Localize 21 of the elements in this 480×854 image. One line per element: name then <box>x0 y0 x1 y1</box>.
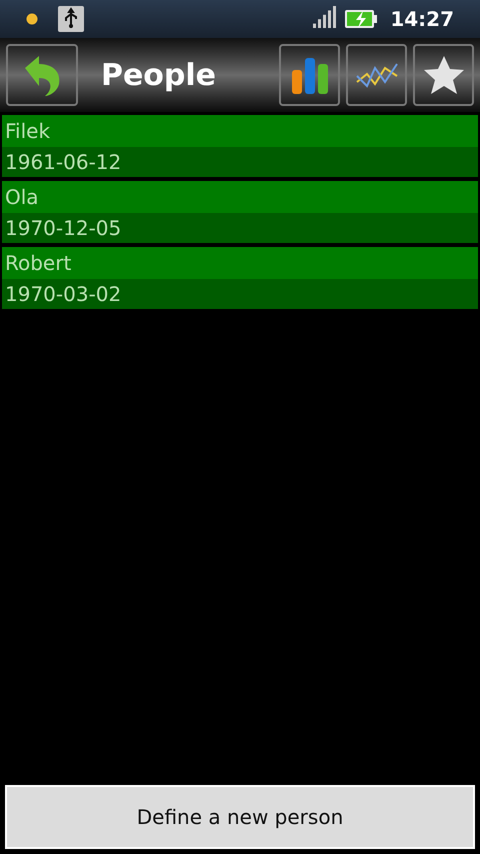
battery-icon <box>344 9 378 29</box>
back-button[interactable] <box>6 44 78 106</box>
bar-chart-icon <box>290 56 330 94</box>
person-item[interactable]: Ola 1970-12-05 <box>2 181 478 243</box>
person-birth-date: 1970-12-05 <box>2 213 478 243</box>
person-name: Robert <box>2 247 478 279</box>
person-item[interactable]: Robert 1970-03-02 <box>2 247 478 309</box>
bar-chart-button[interactable] <box>279 44 340 106</box>
star-icon <box>422 55 464 95</box>
person-item[interactable]: Filek 1961-06-12 <box>2 115 478 177</box>
line-chart-button[interactable] <box>346 44 407 106</box>
screen-title: People <box>100 56 218 94</box>
person-birth-date: 1961-06-12 <box>2 147 478 177</box>
person-birth-date: 1970-03-02 <box>2 279 478 309</box>
person-name: Filek <box>2 115 478 147</box>
usb-icon <box>58 6 84 32</box>
notification-dot-icon <box>26 13 38 25</box>
person-name: Ola <box>2 181 478 213</box>
define-person-button[interactable]: Define a new person <box>5 785 475 849</box>
favorites-button[interactable] <box>413 44 474 106</box>
clock: 14:27 <box>390 6 454 33</box>
